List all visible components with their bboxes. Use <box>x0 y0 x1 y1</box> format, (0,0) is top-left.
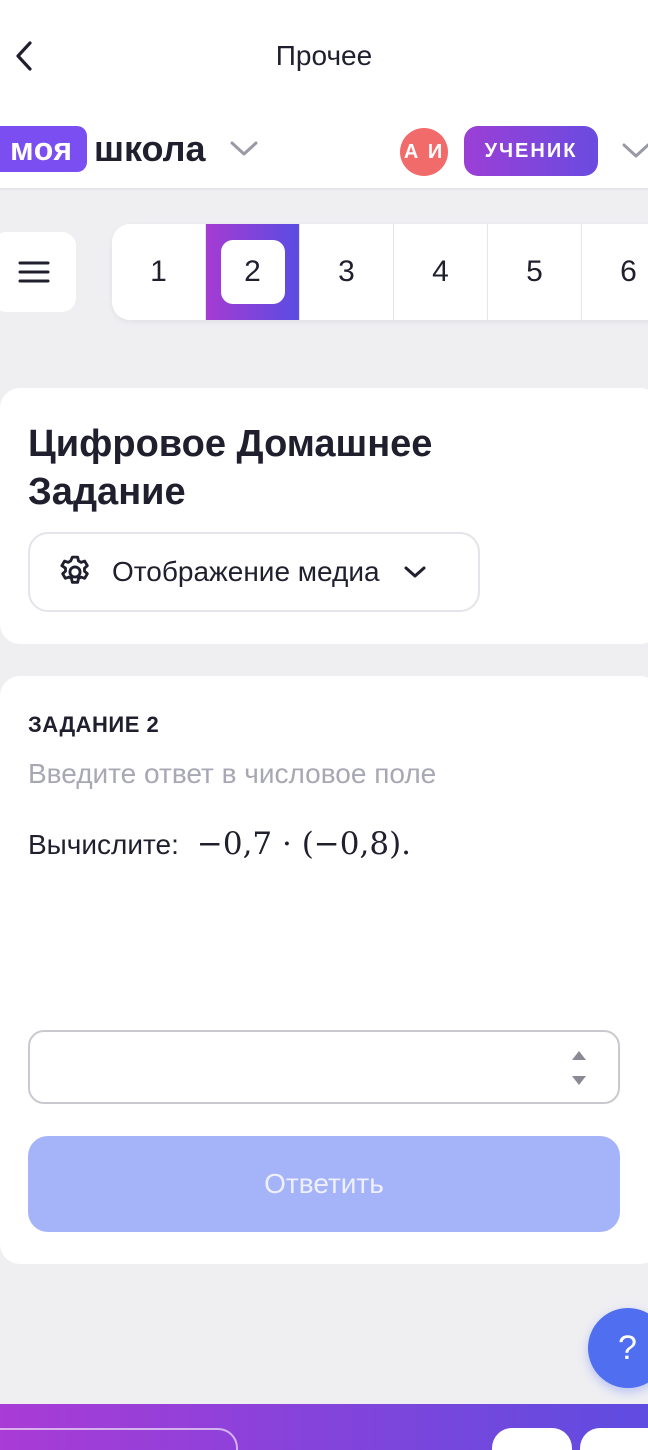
task-number-label: 3 <box>338 255 355 288</box>
submit-answer-button[interactable]: Ответить <box>28 1136 620 1232</box>
task-number-3[interactable]: 3 <box>300 224 394 320</box>
answer-field[interactable] <box>28 1030 620 1104</box>
number-stepper-icon[interactable] <box>570 1048 588 1088</box>
role-menu-toggle[interactable] <box>620 140 648 165</box>
task-number-label: 1 <box>150 255 167 288</box>
task-number-6[interactable]: 6 <box>582 224 648 320</box>
answer-input[interactable] <box>30 1032 550 1102</box>
role-badge[interactable]: УЧЕНИК <box>464 126 598 176</box>
gear-icon <box>60 555 89 584</box>
media-display-label: Отображение медиа <box>112 556 380 587</box>
task-label: ЗАДАНИЕ 2 <box>28 712 160 737</box>
hamburger-icon <box>18 261 50 283</box>
task-prompt: Вычислите: <box>28 829 179 860</box>
task-number-active-indicator: 2 <box>220 240 285 304</box>
task-number-2[interactable]: 2 <box>206 224 300 320</box>
menu-button[interactable] <box>0 232 76 312</box>
bottom-bar <box>0 1404 648 1450</box>
avatar[interactable]: А И <box>400 128 448 176</box>
chevron-down-icon <box>230 141 258 156</box>
task-number-5[interactable]: 5 <box>488 224 582 320</box>
page-header-title: Прочее <box>275 40 373 71</box>
top-bar: Прочее <box>0 0 648 112</box>
task-number-4[interactable]: 4 <box>394 224 488 320</box>
math-expression: −0,7 · (−0,8). <box>196 826 412 862</box>
task-number-1[interactable]: 1 <box>112 224 206 320</box>
task-number-strip: 1 2 3 4 5 6 <box>112 224 648 320</box>
bottom-bar-outline-button[interactable] <box>0 1428 238 1450</box>
brand-menu-toggle[interactable] <box>228 138 260 163</box>
help-button[interactable]: ? <box>588 1308 648 1388</box>
brand-logo-part1: моя <box>0 126 87 172</box>
task-number-label: 6 <box>620 255 637 288</box>
media-display-dropdown[interactable]: Отображение медиа <box>28 532 480 612</box>
bottom-bar-button-1[interactable] <box>492 1428 572 1450</box>
page-title: Цифровое Домашнее Задание <box>28 423 433 513</box>
task-question: Вычислите: −0,7 · (−0,8). <box>28 826 411 862</box>
task-hint: Введите ответ в числовое поле <box>28 758 437 789</box>
task-number-label: 5 <box>526 255 543 288</box>
task-number-label: 2 <box>244 255 261 288</box>
question-mark-icon: ? <box>618 1328 637 1367</box>
chevron-down-icon <box>404 566 426 578</box>
chevron-down-icon <box>622 143 648 158</box>
bottom-bar-button-2[interactable] <box>580 1428 648 1450</box>
brand-logo-part2: школа <box>94 128 206 169</box>
task-number-label: 4 <box>432 255 449 288</box>
